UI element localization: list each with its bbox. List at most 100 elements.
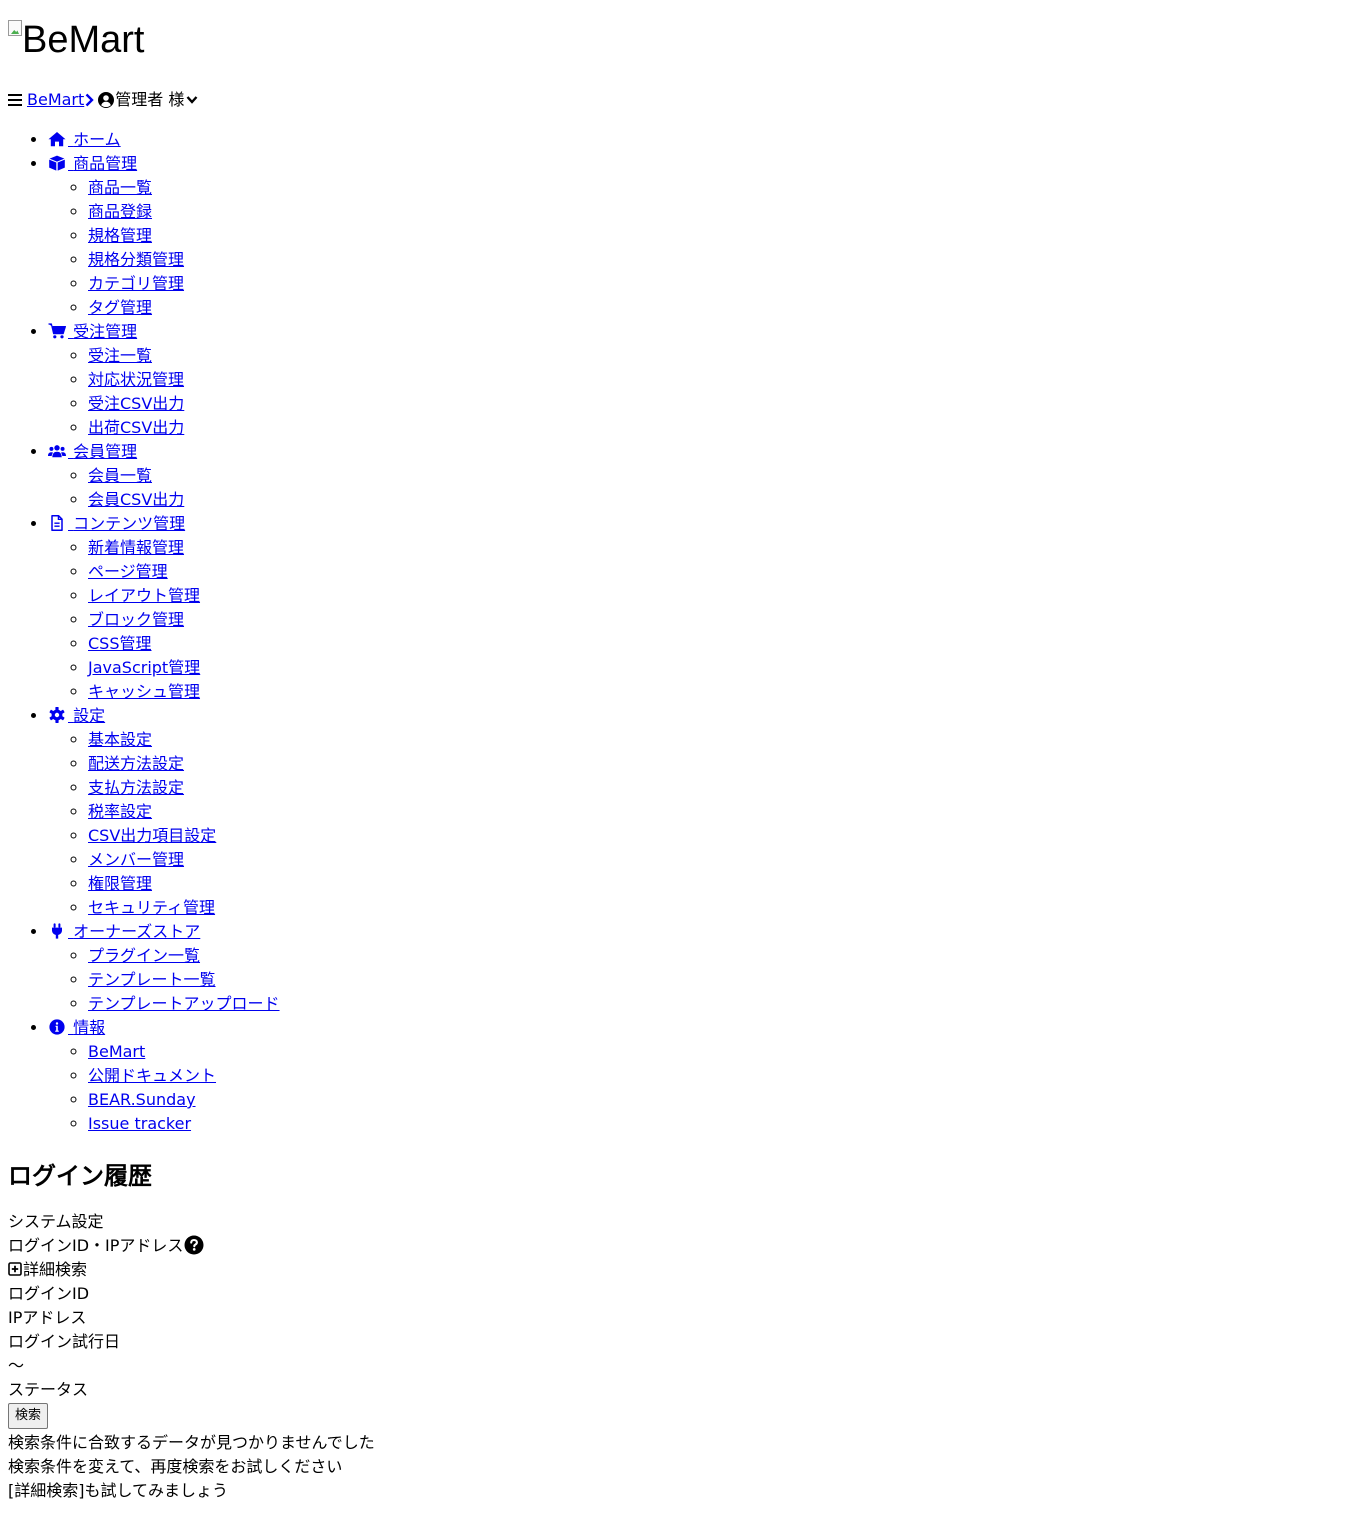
nav-submenu: 基本設定配送方法設定支払方法設定税率設定 CSV出力項目設定メンバー管理権限管理セ…	[48, 728, 1357, 920]
nav-submenu: 新着情報管理ページ管理レイアウト管理ブロック管理 CSS管理 JavaScript管…	[48, 536, 1357, 704]
nav-item-link[interactable]: CSV出力項目設定	[88, 826, 216, 845]
nav-item-link[interactable]: 出荷CSV出力	[88, 418, 184, 437]
advanced-search-toggle[interactable]: 詳細検索	[8, 1258, 1357, 1282]
nav-item: カテゴリ管理	[88, 272, 1357, 296]
nav-item: BeMart	[88, 1040, 1357, 1064]
nav-section-label: 商品管理	[73, 154, 138, 173]
nav-section-link[interactable]: ホーム	[48, 130, 121, 149]
nav-section-label: 情報	[73, 1018, 106, 1037]
empty-message-2: 検索条件を変えて、再度検索をお試しください	[8, 1457, 343, 1476]
nav-section: 情報 BeMart 公開ドキュメント BEAR.Sunday Issue tracker	[48, 1016, 1357, 1136]
nav-item: ブロック管理	[88, 608, 1357, 632]
nav-item-link[interactable]: Issue tracker	[88, 1114, 191, 1133]
nav-item-link[interactable]: 税率設定	[88, 802, 152, 821]
nav-section-link[interactable]: 商品管理	[48, 154, 137, 173]
nav-item-link[interactable]: BEAR.Sunday	[88, 1090, 196, 1109]
nav-item: 受注一覧	[88, 344, 1357, 368]
user-menu-label[interactable]: 管理者 様	[115, 88, 184, 112]
nav-item-link[interactable]: 受注一覧	[88, 346, 152, 365]
nav-item: 商品登録	[88, 200, 1357, 224]
nav-item-link[interactable]: カテゴリ管理	[88, 274, 184, 293]
nav-section-link[interactable]: コンテンツ管理	[48, 514, 185, 533]
breadcrumb-home-link[interactable]: BeMart	[27, 88, 84, 112]
nav-item-link[interactable]: ページ管理	[88, 562, 168, 581]
nav-item-link[interactable]: キャッシュ管理	[88, 682, 200, 701]
nav-item-link[interactable]: 規格管理	[88, 226, 152, 245]
chevron-down-icon[interactable]	[186, 95, 198, 105]
nav-item-link[interactable]: 商品一覧	[88, 178, 152, 197]
nav-section-label: ホーム	[73, 130, 121, 149]
empty-message-3: [詳細検索]も試してみましょう	[8, 1481, 229, 1500]
nav-submenu: 商品一覧商品登録規格管理規格分類管理カテゴリ管理タグ管理	[48, 176, 1357, 320]
nav-item-link[interactable]: セキュリティ管理	[88, 898, 215, 917]
nav-item: 公開ドキュメント	[88, 1064, 1357, 1088]
nav-item: テンプレートアップロード	[88, 992, 1357, 1016]
nav-item-link[interactable]: テンプレート一覧	[88, 970, 216, 989]
nav-submenu: 会員一覧会員CSV出力	[48, 464, 1357, 512]
nav-item: 規格管理	[88, 224, 1357, 248]
nav-item: 権限管理	[88, 872, 1357, 896]
nav-item: CSS管理	[88, 632, 1357, 656]
nav-item-link[interactable]: タグ管理	[88, 298, 152, 317]
nav-item-link[interactable]: 対応状況管理	[88, 370, 184, 389]
nav-section: ホーム	[48, 128, 1357, 152]
nav-item-link[interactable]: レイアウト管理	[88, 586, 200, 605]
login-date-field-label: ログイン試行日	[8, 1332, 121, 1351]
plug-icon	[48, 923, 66, 939]
nav-item-link[interactable]: 商品登録	[88, 202, 152, 221]
nav-section: 設定基本設定配送方法設定支払方法設定税率設定 CSV出力項目設定メンバー管理権限管…	[48, 704, 1357, 920]
nav-item: プラグイン一覧	[88, 944, 1357, 968]
nav-item-link[interactable]: CSS管理	[88, 634, 152, 653]
nav-item-link[interactable]: 権限管理	[88, 874, 152, 893]
nav-item-link[interactable]: 基本設定	[88, 730, 152, 749]
nav-item-link[interactable]: 公開ドキュメント	[88, 1066, 216, 1085]
logo-alt-text: BeMart	[22, 19, 145, 61]
nav-item: 出荷CSV出力	[88, 416, 1357, 440]
nav-item-link[interactable]: JavaScript管理	[88, 658, 200, 677]
nav-item-link[interactable]: テンプレートアップロード	[88, 994, 280, 1013]
nav-item: 受注CSV出力	[88, 392, 1357, 416]
empty-message-1: 検索条件に合致するデータが見つかりませんでした	[8, 1433, 375, 1452]
nav-item-link[interactable]: 規格分類管理	[88, 250, 184, 269]
nav-section-link[interactable]: 会員管理	[48, 442, 137, 461]
nav-item-link[interactable]: 会員CSV出力	[88, 490, 184, 509]
nav-section-link[interactable]: 設定	[48, 706, 105, 725]
nav-item-link[interactable]: プラグイン一覧	[88, 946, 200, 965]
nav-section-link[interactable]: 受注管理	[48, 322, 137, 341]
chevron-right-icon	[85, 93, 94, 107]
nav-item: 支払方法設定	[88, 776, 1357, 800]
ip-address-field-label: IPアドレス	[8, 1308, 87, 1327]
nav-item-link[interactable]: ブロック管理	[88, 610, 184, 629]
page-title: ログイン履歴	[8, 1162, 152, 1190]
nav-item-link[interactable]: BeMart	[88, 1042, 145, 1061]
logo-image[interactable]: BeMart	[8, 18, 144, 62]
nav-item-link[interactable]: メンバー管理	[88, 850, 184, 869]
nav-item: セキュリティ管理	[88, 896, 1357, 920]
nav-item: 会員CSV出力	[88, 488, 1357, 512]
file-icon	[48, 515, 66, 531]
nav-item-link[interactable]: 配送方法設定	[88, 754, 184, 773]
status-field-label: ステータス	[8, 1380, 89, 1399]
top-bar: BeMart 管理者 様	[8, 88, 1357, 112]
nav-item-link[interactable]: 会員一覧	[88, 466, 152, 485]
nav-section-label: 設定	[73, 706, 106, 725]
nav-submenu: 受注一覧対応状況管理受注CSV出力出荷CSV出力	[48, 344, 1357, 440]
help-icon[interactable]	[184, 1235, 204, 1255]
nav-section-link[interactable]: オーナーズストア	[48, 922, 200, 941]
nav-section-label: 会員管理	[73, 442, 138, 461]
nav-section: オーナーズストアプラグイン一覧テンプレート一覧テンプレートアップロード	[48, 920, 1357, 1016]
nav-section-label: 受注管理	[73, 322, 138, 341]
nav-item-link[interactable]: 受注CSV出力	[88, 394, 184, 413]
nav-section-link[interactable]: 情報	[48, 1018, 105, 1037]
nav-item-link[interactable]: 支払方法設定	[88, 778, 184, 797]
search-button[interactable]: 検索	[8, 1403, 49, 1429]
hamburger-menu-icon[interactable]	[8, 94, 22, 106]
home-icon	[48, 131, 66, 147]
nav-item: 会員一覧	[88, 464, 1357, 488]
nav-item: ページ管理	[88, 560, 1357, 584]
nav-submenu: プラグイン一覧テンプレート一覧テンプレートアップロード	[48, 944, 1357, 1016]
nav-item: 商品一覧	[88, 176, 1357, 200]
nav-item: 規格分類管理	[88, 248, 1357, 272]
keyword-search-label: ログインID・IPアドレス	[8, 1236, 184, 1255]
nav-item-link[interactable]: 新着情報管理	[88, 538, 184, 557]
